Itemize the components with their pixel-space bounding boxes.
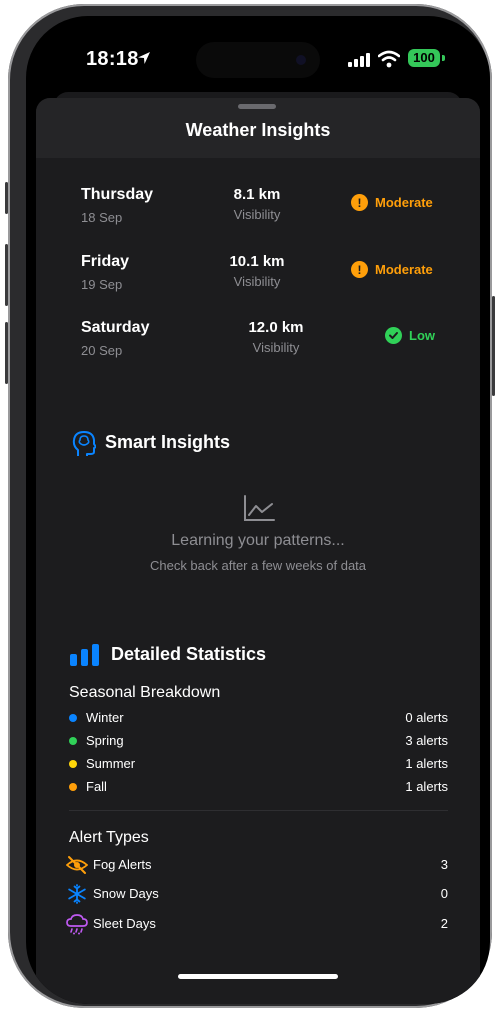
bar-chart-icon [70,644,99,666]
season-row-winter: Winter 0 alerts [69,708,448,728]
home-indicator[interactable] [178,974,338,979]
section-divider [69,810,448,811]
status-bar: 18:18 100 [26,16,490,96]
alert-count: 2 [440,916,448,931]
alert-row-sleet: Sleet Days 2 [66,913,448,937]
risk-badge: ! Moderate [351,194,433,211]
risk-badge: Low [385,327,435,344]
phone-frame: 18:18 100 Weather Insights Thursday 18 S… [5,4,495,1008]
season-row-summer: Summer 1 alerts [69,754,448,774]
alert-name: Fog Alerts [93,857,152,872]
season-dot [69,783,77,791]
visibility-value: 10.1 km [229,253,285,270]
cloud-sleet-icon [66,914,88,935]
snowflake-icon [68,884,86,904]
cellular-signal-icon [348,53,370,67]
learning-title: Learning your patterns... [171,532,345,549]
detailed-statistics-title: Detailed Statistics [111,644,267,664]
visibility-block: 8.1 km Visibility [212,186,302,222]
volume-down-button [5,322,8,384]
alert-row-fog: Fog Alerts 3 [66,854,448,878]
brain-head-icon [72,431,96,456]
visibility-block: 10.1 km Visibility [212,253,302,289]
action-button [5,182,8,214]
risk-label: Moderate [375,262,433,277]
volume-up-button [5,244,8,306]
location-arrow-icon [138,52,150,64]
season-row-spring: Spring 3 alerts [69,731,448,751]
forecast-row-saturday[interactable]: Saturday 20 Sep 12.0 km Visibility Low [36,319,480,369]
day-date: 20 Sep [81,343,123,358]
visibility-value: 8.1 km [233,186,281,203]
battery-tip [442,55,445,61]
season-value: 3 alerts [405,733,448,748]
sheet-grabber[interactable] [238,104,276,109]
wifi-icon [378,50,400,68]
day-name: Thursday [81,186,154,203]
forecast-row-friday[interactable]: Friday 19 Sep 10.1 km Visibility ! Moder… [36,253,480,303]
alert-count: 3 [440,857,448,872]
visibility-block: 12.0 km Visibility [231,319,321,355]
camera-dot [296,55,306,65]
alert-count: 0 [440,886,448,901]
power-button [492,296,495,396]
season-dot [69,737,77,745]
season-name: Winter [86,710,124,725]
alert-types-title: Alert Types [69,829,149,846]
season-value: 1 alerts [405,779,448,794]
day-name: Saturday [81,319,150,336]
visibility-label: Visibility [252,340,300,355]
day-date: 19 Sep [81,277,123,292]
smart-insights-title: Smart Insights [105,432,231,452]
weather-insights-sheet: Weather Insights Thursday 18 Sep 8.1 km … [36,98,480,1004]
alert-row-snow: Snow Days 0 [66,883,448,907]
learning-subtitle: Check back after a few weeks of data [149,558,367,573]
seasonal-breakdown-title: Seasonal Breakdown [69,684,221,701]
season-value: 0 alerts [405,710,448,725]
risk-badge: ! Moderate [351,261,433,278]
risk-label: Low [409,328,435,343]
day-name: Friday [81,253,130,270]
sheet-header: Weather Insights [36,98,480,158]
alert-name: Sleet Days [93,916,156,931]
exclamation-icon: ! [351,194,368,211]
eye-slash-icon [66,856,88,874]
visibility-label: Visibility [233,274,281,289]
screen: 18:18 100 Weather Insights Thursday 18 S… [26,16,490,1004]
day-date: 18 Sep [81,210,123,225]
exclamation-icon: ! [351,261,368,278]
alert-name: Snow Days [93,886,159,901]
risk-label: Moderate [375,195,433,210]
season-name: Spring [86,733,124,748]
forecast-row-thursday[interactable]: Thursday 18 Sep 8.1 km Visibility ! Mode… [36,186,480,236]
season-dot [69,714,77,722]
checkmark-icon [385,327,402,344]
battery-indicator: 100 [408,49,440,67]
season-name: Fall [86,779,107,794]
visibility-label: Visibility [233,207,281,222]
visibility-value: 12.0 km [248,319,304,336]
season-name: Summer [86,756,136,771]
season-row-fall: Fall 1 alerts [69,777,448,797]
status-time: 18:18 [86,48,139,70]
line-chart-icon [244,495,275,521]
season-value: 1 alerts [405,756,448,771]
season-dot [69,760,77,768]
sheet-title: Weather Insights [185,120,331,140]
